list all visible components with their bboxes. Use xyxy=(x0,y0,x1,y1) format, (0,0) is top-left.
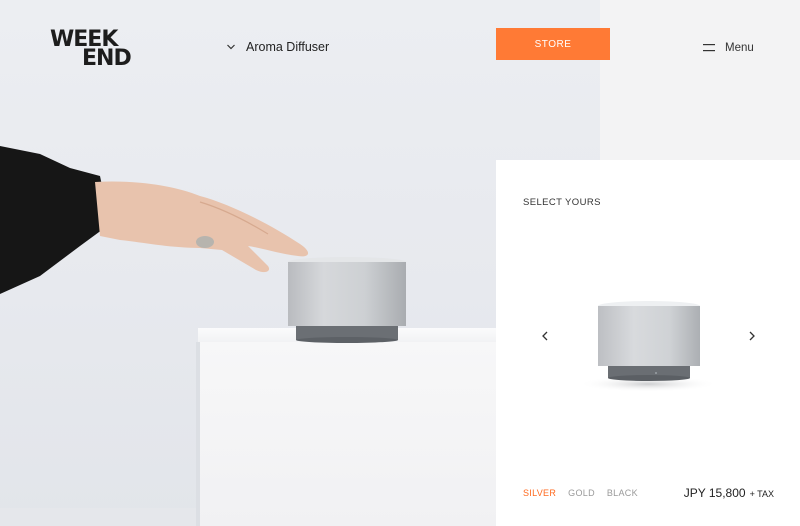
product-dropdown-label: Aroma Diffuser xyxy=(246,40,330,54)
product-dropdown[interactable]: Aroma Diffuser xyxy=(226,38,329,56)
hero-floor xyxy=(0,508,200,526)
diffuser-preview-image xyxy=(578,301,718,392)
color-option-silver[interactable]: SILVER xyxy=(523,488,556,498)
pedestal xyxy=(198,342,496,526)
color-option-gold[interactable]: GOLD xyxy=(568,488,595,498)
store-button[interactable]: STORE xyxy=(496,28,610,60)
carousel-prev-button[interactable] xyxy=(537,328,553,344)
panel-title: SELECT YOURS xyxy=(523,197,601,208)
color-options: SILVER GOLD BLACK xyxy=(523,488,638,498)
menu-label: Menu xyxy=(725,42,754,54)
pedestal-shadow xyxy=(196,342,200,526)
chevron-left-icon xyxy=(542,331,548,341)
model-hand xyxy=(95,181,309,273)
carousel-next-button[interactable] xyxy=(744,328,760,344)
chevron-right-icon xyxy=(749,331,755,341)
color-option-black[interactable]: BLACK xyxy=(607,488,638,498)
brand-logo[interactable]: WEEK END xyxy=(50,29,132,70)
menu-button[interactable]: Menu xyxy=(703,40,754,56)
hamburger-icon xyxy=(703,44,715,52)
select-panel: SELECT YOURS SILVER GOLD BLACK JPY 15,80… xyxy=(496,160,800,526)
chevron-down-icon xyxy=(227,44,235,50)
price-tax: + TAX xyxy=(749,489,774,499)
hero-backdrop-light xyxy=(600,0,800,160)
price: JPY 15,800 + TAX xyxy=(684,486,774,500)
price-amount: JPY 15,800 xyxy=(683,486,746,500)
